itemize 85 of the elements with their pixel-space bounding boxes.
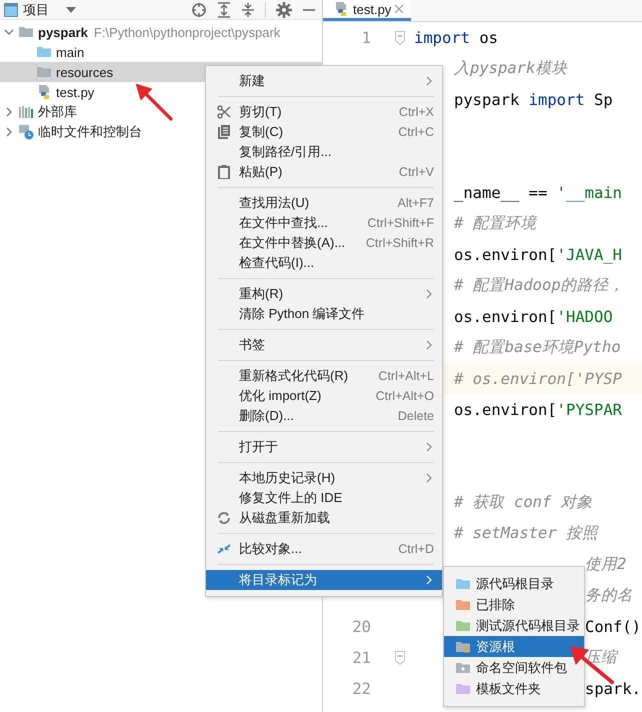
menu-item[interactable]: 本地历史记录(H) — [206, 468, 442, 488]
menu-item[interactable]: 已排除 — [444, 594, 584, 615]
line-number: 1 — [362, 28, 371, 46]
code-line: # os.environ['PYSP — [454, 370, 622, 388]
line-number: 20 — [352, 618, 371, 636]
folder-icon — [36, 64, 52, 80]
shortcut-label: Ctrl+Shift+F — [367, 216, 434, 230]
code-line: # 配置Hadoop的路径， — [454, 275, 625, 296]
fold-icon[interactable] — [395, 650, 405, 664]
menu-item[interactable]: 粘贴(P) Ctrl+V — [206, 162, 442, 182]
shortcut-label: Ctrl+Shift+R — [366, 236, 434, 250]
panel-title: 项目 — [23, 0, 49, 18]
menu-item[interactable]: 在文件中替换(A)... Ctrl+Shift+R — [206, 233, 442, 253]
menu-item[interactable]: 优化 import(Z) Ctrl+Alt+O — [206, 386, 442, 406]
copy-icon — [216, 125, 230, 139]
tree-item[interactable]: main — [0, 42, 322, 62]
scissors-icon — [216, 105, 230, 119]
shortcut-label: Ctrl+X — [398, 105, 434, 119]
code-line: # setMaster 按照 — [454, 523, 598, 544]
python-file-icon — [36, 84, 52, 100]
console-icon — [18, 124, 34, 140]
menu-item[interactable]: 检查代码(I)... — [206, 253, 442, 273]
code-line: 使用2 — [585, 554, 626, 575]
menu-item[interactable]: 比较对象... Ctrl+D — [206, 539, 442, 559]
code-line: # 配置环境 — [454, 213, 537, 234]
menu-item[interactable]: 源代码根目录 — [444, 573, 584, 594]
shortcut-label: Ctrl+D — [398, 542, 434, 556]
code-line: os.environ['HADOO — [454, 308, 613, 326]
chevron-down-icon[interactable] — [4, 27, 14, 37]
menu-item[interactable]: 资源根 — [444, 636, 584, 657]
menu-item[interactable]: 命名空间软件包 — [444, 657, 584, 678]
line-number: 21 — [352, 648, 371, 666]
code-line: Conf() — [585, 618, 641, 636]
menu-item[interactable]: 在文件中查找... Ctrl+Shift+F — [206, 213, 442, 233]
python-file-icon — [333, 1, 349, 17]
menu-item[interactable]: 重构(R) — [206, 284, 442, 304]
menu-item[interactable]: 清除 Python 编译文件 — [206, 304, 442, 324]
code-line: 入pyspark模块 — [454, 58, 568, 79]
code-line: # 获取 conf 对象 — [454, 492, 593, 513]
menu-item[interactable]: 查找用法(U) Alt+F7 — [206, 193, 442, 213]
menu-item[interactable]: 模板文件夹 — [444, 678, 584, 699]
line-number: 22 — [352, 680, 371, 698]
menu-item[interactable]: 打开于 — [206, 437, 442, 457]
menu-item[interactable]: 剪切(T) Ctrl+X — [206, 102, 442, 122]
collapse-all-icon[interactable] — [241, 2, 255, 18]
reload-icon — [216, 511, 230, 525]
tree-item[interactable]: pyspark F:\Python\pythonproject\pyspark — [0, 22, 322, 42]
editor-tab[interactable]: test.py — [323, 0, 412, 21]
clipboard-icon — [216, 165, 230, 179]
code-line: spark. — [585, 680, 641, 698]
code-line: 务的名 — [585, 585, 633, 606]
shortcut-label: Delete — [398, 409, 434, 423]
chevron-right-icon[interactable] — [4, 107, 14, 117]
code-line: import os — [414, 28, 498, 46]
menu-item[interactable]: 复制(C) Ctrl+C — [206, 122, 442, 142]
expand-all-icon[interactable] — [217, 2, 231, 18]
dropdown-caret-icon[interactable] — [66, 6, 76, 12]
panel-icon — [4, 2, 18, 16]
shortcut-label: Ctrl+Alt+L — [378, 369, 434, 383]
menu-item[interactable]: 重新格式化代码(R) Ctrl+Alt+L — [206, 366, 442, 386]
close-icon[interactable] — [395, 5, 404, 13]
library-icon — [18, 104, 34, 120]
code-line: os.environ['PYSPAR — [454, 400, 622, 418]
menu-item[interactable]: 测试源代码根目录 — [444, 615, 584, 636]
folder-icon — [18, 24, 34, 40]
fold-icon[interactable] — [395, 30, 405, 44]
shortcut-label: Ctrl+C — [398, 125, 434, 139]
menu-item[interactable]: 复制路径/引用... — [206, 142, 442, 162]
target-icon[interactable] — [191, 2, 207, 18]
shortcut-label: Alt+F7 — [398, 196, 434, 210]
chevron-right-icon[interactable] — [4, 127, 14, 137]
shortcut-label: Ctrl+Alt+O — [376, 389, 434, 403]
code-line: _name__ == '__main — [454, 184, 622, 202]
code-line: pyspark import Sp — [454, 90, 613, 108]
menu-item[interactable]: 删除(D)... Delete — [206, 406, 442, 426]
compare-icon — [216, 542, 230, 556]
code-line: # 配置base环境Pytho — [454, 337, 621, 358]
code-line: os.environ['JAVA_H — [454, 246, 622, 264]
folder-icon — [36, 44, 52, 60]
menu-item[interactable]: 书签 — [206, 335, 442, 355]
menu-item[interactable]: 修复文件上的 IDE — [206, 488, 442, 508]
menu-item[interactable]: 从磁盘重新加载 — [206, 508, 442, 528]
shortcut-label: Ctrl+V — [398, 165, 434, 179]
settings-icon[interactable] — [276, 2, 292, 18]
menu-item[interactable]: 将目录标记为 — [206, 570, 442, 590]
